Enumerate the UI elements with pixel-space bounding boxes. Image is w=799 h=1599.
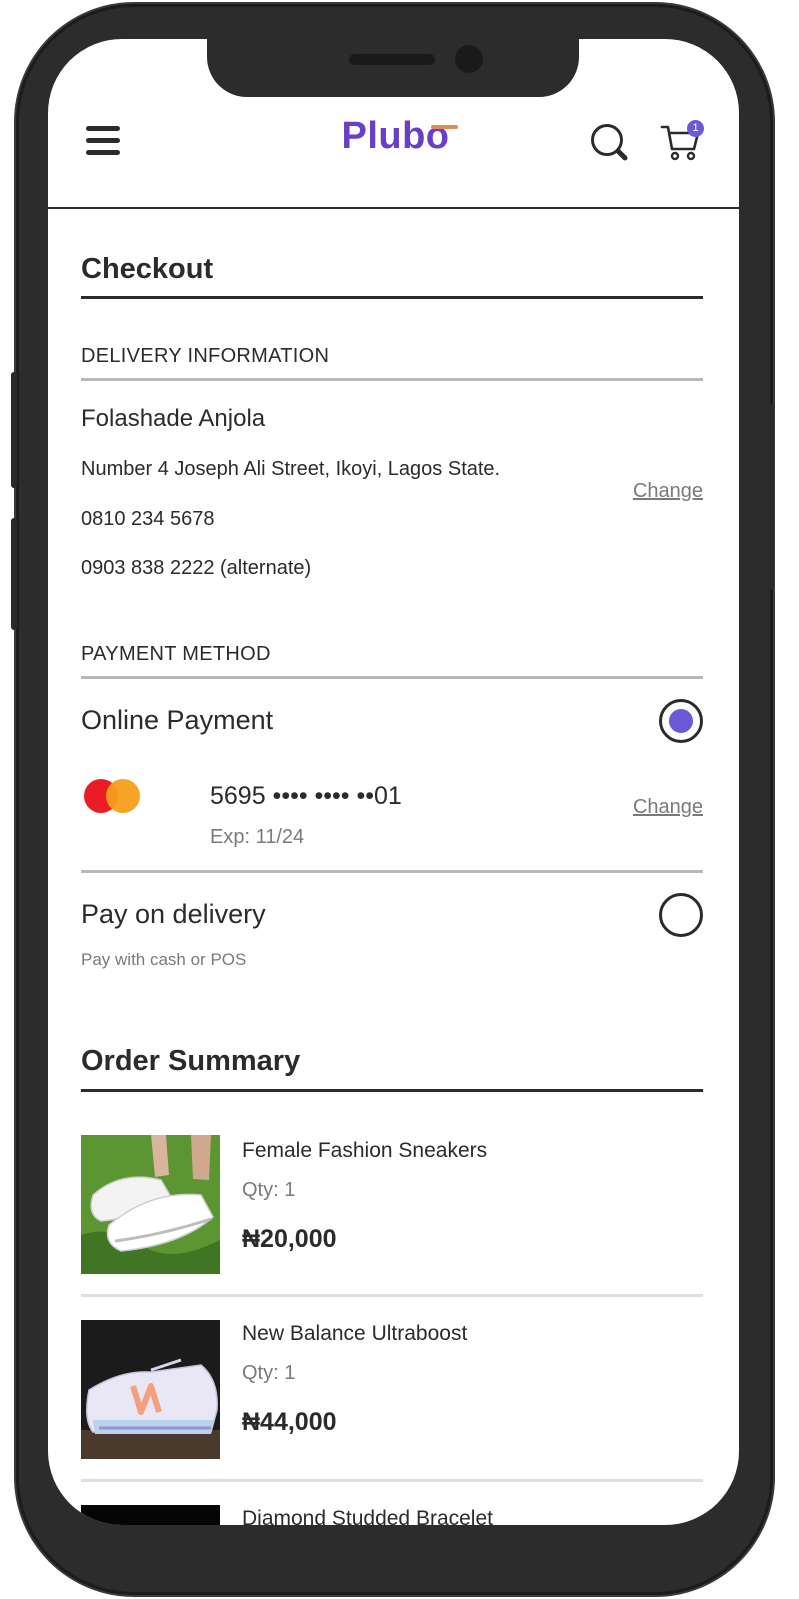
- checkout-divider: [81, 296, 703, 299]
- phone-screen: Plubo 1 Checkout DELIVERY INFORMATION Fo…: [48, 39, 739, 1525]
- order-summary-divider: [81, 1089, 703, 1092]
- volume-button: [11, 518, 17, 630]
- delivery-section-label: DELIVERY INFORMATION: [81, 345, 330, 367]
- silent-switch: [11, 372, 17, 488]
- product-quantity: Qty: 1: [242, 1179, 296, 1201]
- product-price: ₦20,000: [242, 1225, 337, 1253]
- item-divider: [81, 1479, 703, 1482]
- logo-accent-bar: [431, 125, 458, 129]
- online-payment-label[interactable]: Online Payment: [81, 705, 273, 736]
- checkout-title: Checkout: [81, 253, 214, 285]
- product-image-sneakers[interactable]: [81, 1135, 220, 1274]
- payment-option-divider: [81, 870, 703, 873]
- phone-number: 0810 234 5678: [81, 508, 215, 530]
- product-name[interactable]: Diamond Studded Bracelet: [242, 1507, 493, 1525]
- delivery-address: Number 4 Joseph Ali Street, Ikoyi, Lagos…: [81, 458, 501, 480]
- card-expiry: Exp: 11/24: [210, 826, 305, 848]
- payment-divider: [81, 676, 703, 679]
- product-image-bracelet[interactable]: [81, 1505, 220, 1525]
- payment-section-label: PAYMENT METHOD: [81, 643, 271, 665]
- product-image-new-balance[interactable]: [81, 1320, 220, 1459]
- cart-count-badge: 1: [687, 120, 704, 137]
- recipient-name: Folashade Anjola: [81, 405, 266, 432]
- pay-on-delivery-description: Pay with cash or POS: [81, 950, 247, 969]
- product-quantity: Qty: 1: [242, 1362, 296, 1384]
- item-divider: [81, 1294, 703, 1297]
- online-payment-radio[interactable]: [659, 699, 703, 743]
- speaker-grille: [349, 54, 435, 65]
- product-name[interactable]: Female Fashion Sneakers: [242, 1139, 487, 1163]
- order-summary-title: Order Summary: [81, 1045, 301, 1077]
- power-button: [768, 404, 774, 590]
- change-delivery-link[interactable]: Change: [633, 480, 703, 503]
- brand-logo[interactable]: Plubo: [308, 115, 483, 158]
- pay-on-delivery-radio[interactable]: [659, 893, 703, 937]
- alternate-phone-number: 0903 838 2222 (alternate): [81, 557, 312, 579]
- mastercard-logo-icon: [84, 779, 140, 813]
- search-icon[interactable]: [590, 123, 630, 163]
- delivery-divider: [81, 378, 703, 381]
- change-card-link[interactable]: Change: [633, 796, 703, 819]
- product-price: ₦44,000: [242, 1408, 337, 1436]
- phone-notch: [207, 37, 579, 97]
- product-name[interactable]: New Balance Ultraboost: [242, 1322, 467, 1346]
- front-camera: [455, 45, 483, 73]
- radio-selected-dot: [669, 709, 693, 733]
- card-number: 5695 •••• •••• ••01: [210, 782, 402, 810]
- hamburger-menu-icon[interactable]: [86, 126, 120, 156]
- pay-on-delivery-label[interactable]: Pay on delivery: [81, 899, 266, 930]
